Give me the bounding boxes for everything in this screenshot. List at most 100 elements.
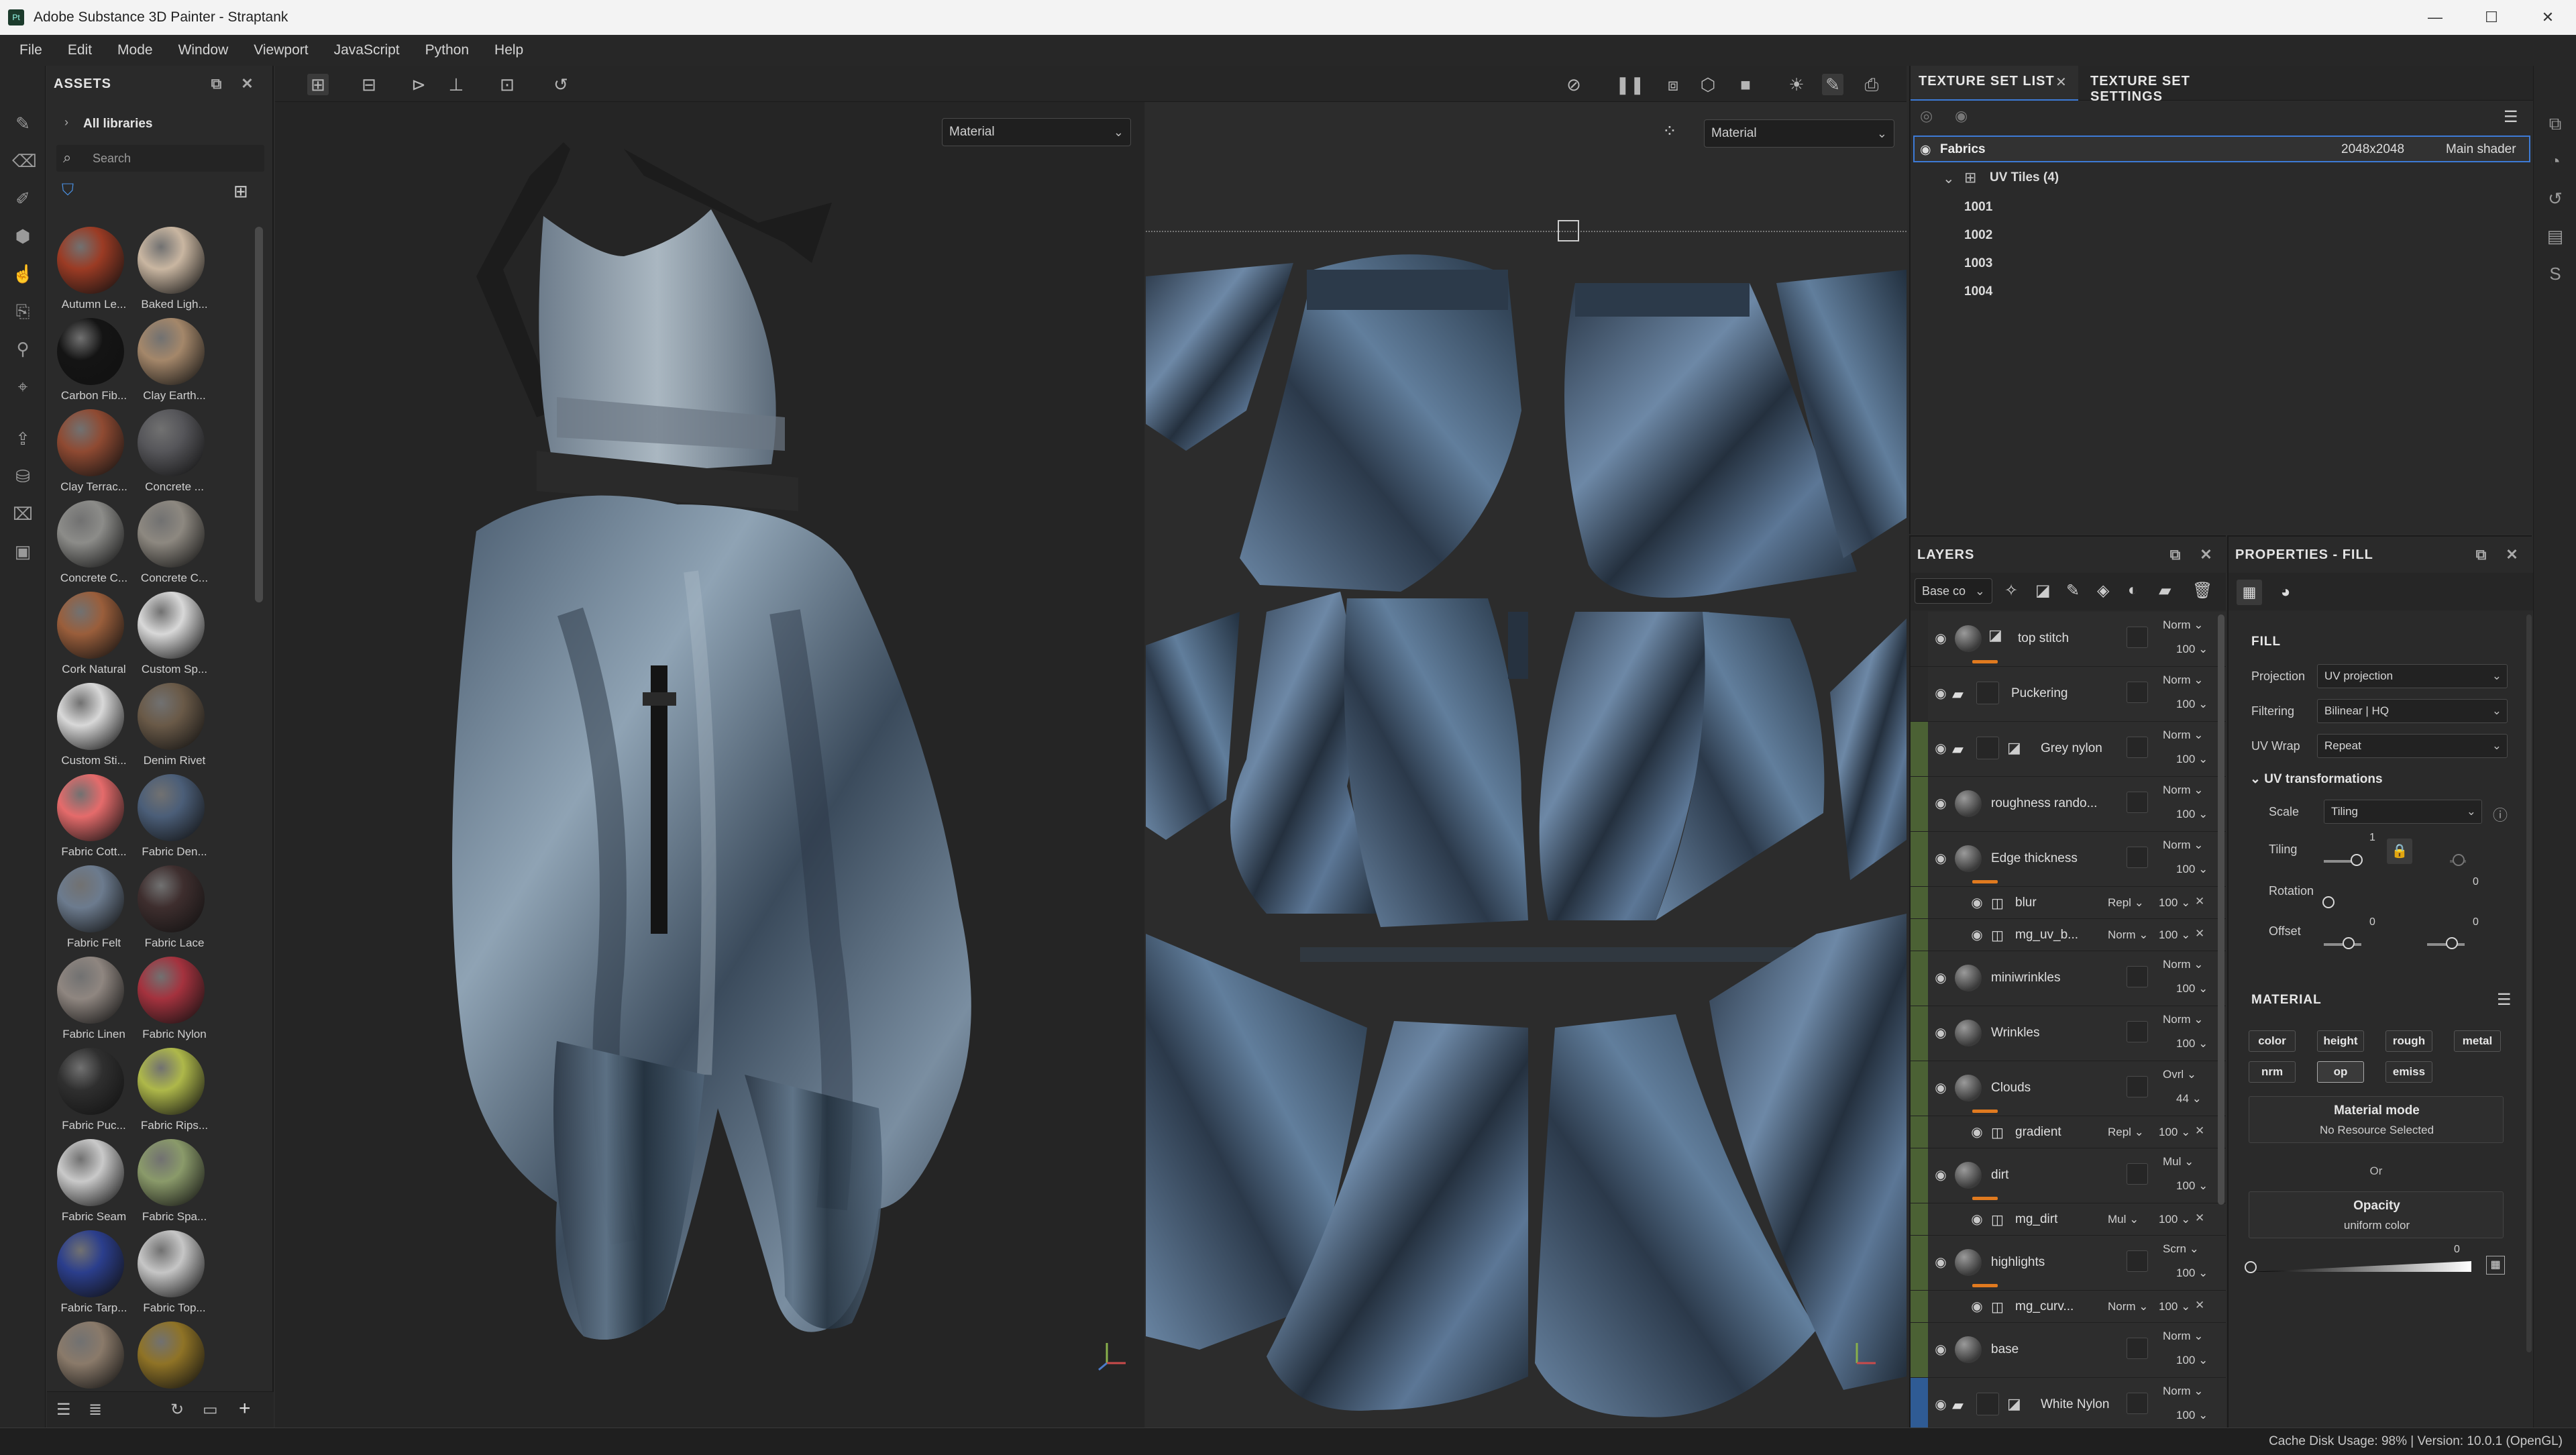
layers-scrollbar[interactable]	[2218, 614, 2224, 1205]
blend-mode[interactable]: Norm ⌄	[2163, 729, 2204, 742]
blend-mode[interactable]: Scrn ⌄	[2163, 1242, 2199, 1256]
uv-tile-item[interactable]: 1001	[1964, 200, 1992, 215]
material-thumbnail[interactable]: Custom Sp...	[134, 592, 208, 683]
channel-button-color[interactable]: color	[2249, 1030, 2296, 1052]
remove-effect-icon[interactable]: ✕	[2195, 1124, 2204, 1138]
tiling-v-knob[interactable]	[2453, 854, 2465, 866]
material-thumbnail[interactable]: Fabric Linen	[54, 957, 127, 1048]
layer-mask-slot[interactable]	[2127, 1338, 2148, 1359]
close-panel-icon[interactable]: ✕	[2196, 545, 2216, 565]
library-selector[interactable]: › All libraries	[56, 113, 264, 136]
texture-set-dock-icon[interactable]: ⧉	[2544, 113, 2566, 134]
blend-mode[interactable]: Norm ⌄	[2163, 839, 2204, 852]
layer-opacity[interactable]: 100 ⌄	[2176, 1267, 2208, 1280]
layer-folder-row[interactable]: ◉ ▰ ◪ White Nylon Norm ⌄ 100 ⌄	[1911, 1378, 2226, 1427]
material-thumbnail[interactable]: Clay Earth...	[134, 318, 208, 409]
log-icon[interactable]: ▤	[2544, 225, 2566, 247]
list-view-icon[interactable]: ☰	[56, 1400, 71, 1419]
multi-view-icon[interactable]: ⊟	[358, 74, 380, 95]
menu-mode[interactable]: Mode	[105, 42, 166, 58]
close-panel-icon[interactable]: ✕	[2502, 545, 2522, 565]
tab-texture-set-list[interactable]: TEXTURE SET LIST ✕	[1911, 66, 2078, 101]
eye-icon[interactable]: ◉	[1931, 1343, 1951, 1356]
blend-mode[interactable]: Norm ⌄	[2108, 928, 2149, 942]
layer-mask-slot[interactable]	[2127, 1250, 2148, 1272]
eye-icon[interactable]: ◉	[1931, 971, 1951, 985]
layer-opacity[interactable]: 100 ⌄	[2176, 863, 2208, 876]
uv-tile-item[interactable]: 1004	[1964, 284, 1992, 299]
folder-icon[interactable]: ▭	[203, 1400, 218, 1419]
paint-brush-icon[interactable]: ✎	[12, 113, 34, 134]
material-thumbnail[interactable]: Autumn Le...	[54, 227, 127, 318]
blend-mode[interactable]: Norm ⌄	[2163, 1330, 2204, 1343]
texture-set-menu-icon[interactable]: ☰	[2504, 107, 2518, 127]
smudge-icon[interactable]: ☝	[12, 263, 34, 284]
channel-button-rough[interactable]: rough	[2385, 1030, 2432, 1052]
material-menu-icon[interactable]: ☰	[2497, 990, 2512, 1010]
uv-tile-item[interactable]: 1002	[1964, 228, 1992, 243]
blend-mode[interactable]: Norm ⌄	[2163, 1013, 2204, 1026]
eye-icon[interactable]: ◉	[1931, 1256, 1951, 1269]
material-thumbnail[interactable]: Fabric Top...	[134, 1230, 208, 1322]
scale-select[interactable]: Tiling ⌄	[2324, 800, 2482, 824]
layer-opacity[interactable]: 100 ⌄	[2159, 1300, 2190, 1313]
layer-opacity[interactable]: 100 ⌄	[2176, 1354, 2208, 1367]
details-view-icon[interactable]: ≣	[89, 1400, 102, 1419]
layer-row[interactable]: ◉ base Norm ⌄ 100 ⌄	[1911, 1323, 2226, 1378]
material-thumbnail[interactable]: Fabric Cott...	[54, 774, 127, 865]
material-thumbnail[interactable]: Custom Sti...	[54, 683, 127, 774]
maximize-button[interactable]: ☐	[2463, 0, 2520, 35]
info-icon[interactable]: ⓘ	[2493, 804, 2508, 825]
menu-file[interactable]: File	[7, 42, 55, 58]
layer-mask-slot[interactable]	[2127, 966, 2148, 987]
blend-mode[interactable]: Norm ⌄	[2163, 1385, 2204, 1398]
remove-effect-icon[interactable]: ✕	[2195, 1211, 2204, 1225]
material-thumbnail[interactable]: Fabric Lace	[134, 865, 208, 957]
single-view-icon[interactable]: ⊞	[307, 74, 329, 95]
eye-icon[interactable]: ◉	[1931, 632, 1951, 645]
sun-icon[interactable]: ☀	[1786, 74, 1807, 95]
material-thumbnail[interactable]: Fabric Spa...	[134, 1139, 208, 1230]
blend-mode[interactable]: Norm ⌄	[2163, 958, 2204, 971]
history-icon[interactable]: ↺	[550, 74, 572, 95]
material-mode-box[interactable]: Material mode No Resource Selected	[2249, 1096, 2504, 1143]
eye-icon[interactable]: ◉	[1931, 852, 1951, 865]
tab-texture-set-settings[interactable]: TEXTURE SET SETTINGS	[2082, 66, 2257, 104]
export-icon[interactable]: ⇪	[12, 428, 34, 449]
paint-mode-icon[interactable]: ✎	[1822, 74, 1843, 95]
material-thumbnail[interactable]: Fabric Puc...	[54, 1048, 127, 1139]
fill-settings-icon[interactable]: ▦	[2237, 580, 2262, 605]
eye-icon[interactable]: ◉	[1931, 1081, 1951, 1095]
layer-opacity[interactable]: 100 ⌄	[2176, 982, 2208, 995]
tiling-u-knob[interactable]	[2351, 854, 2363, 866]
layer-mask-slot[interactable]	[2127, 1163, 2148, 1185]
layer-opacity[interactable]: 100 ⌄	[2176, 1179, 2208, 1193]
remove-effect-icon[interactable]: ✕	[2195, 927, 2204, 940]
remove-effect-icon[interactable]: ✕	[2195, 1299, 2204, 1312]
layer-mask-slot[interactable]	[2127, 792, 2148, 813]
fit-view-icon[interactable]: ⊡	[496, 74, 518, 95]
eye-icon[interactable]: ◉	[1967, 1126, 1987, 1139]
menu-edit[interactable]: Edit	[55, 42, 105, 58]
layer-opacity[interactable]: 100 ⌄	[2159, 928, 2190, 942]
layer-opacity[interactable]: 100 ⌄	[2176, 1409, 2208, 1422]
symmetry-icon[interactable]: ⊳	[408, 74, 429, 95]
add-folder-icon[interactable]: ▰	[2159, 581, 2171, 600]
eye-icon[interactable]: ◉	[1931, 797, 1951, 810]
blend-mode[interactable]: Mul ⌄	[2163, 1155, 2194, 1169]
layer-opacity[interactable]: 100 ⌄	[2159, 896, 2190, 910]
float-panel-icon[interactable]: ⧉	[207, 74, 227, 94]
layer-effect-row[interactable]: ◉ ◫ mg_curv... Norm ⌄ 100 ⌄ ✕	[1911, 1291, 2226, 1323]
eye-icon[interactable]: ◉	[1931, 687, 1951, 700]
cube-view-icon[interactable]: ⬡	[1697, 74, 1719, 95]
search-input[interactable]: Search	[93, 152, 131, 166]
blend-mode[interactable]: Repl ⌄	[2108, 1126, 2144, 1139]
blend-mode[interactable]: Mul ⌄	[2108, 1213, 2139, 1226]
geometry-fill-icon[interactable]: ⬢	[12, 225, 34, 247]
grid-view-icon[interactable]: ⊞	[233, 181, 254, 201]
channel-button-height[interactable]: height	[2317, 1030, 2364, 1052]
material-thumbnail[interactable]: Carbon Fib...	[54, 318, 127, 409]
channel-button-emiss[interactable]: emiss	[2385, 1061, 2432, 1083]
material-thumbnail[interactable]: Cork Natural	[54, 592, 127, 683]
menu-python[interactable]: Python	[413, 42, 482, 58]
